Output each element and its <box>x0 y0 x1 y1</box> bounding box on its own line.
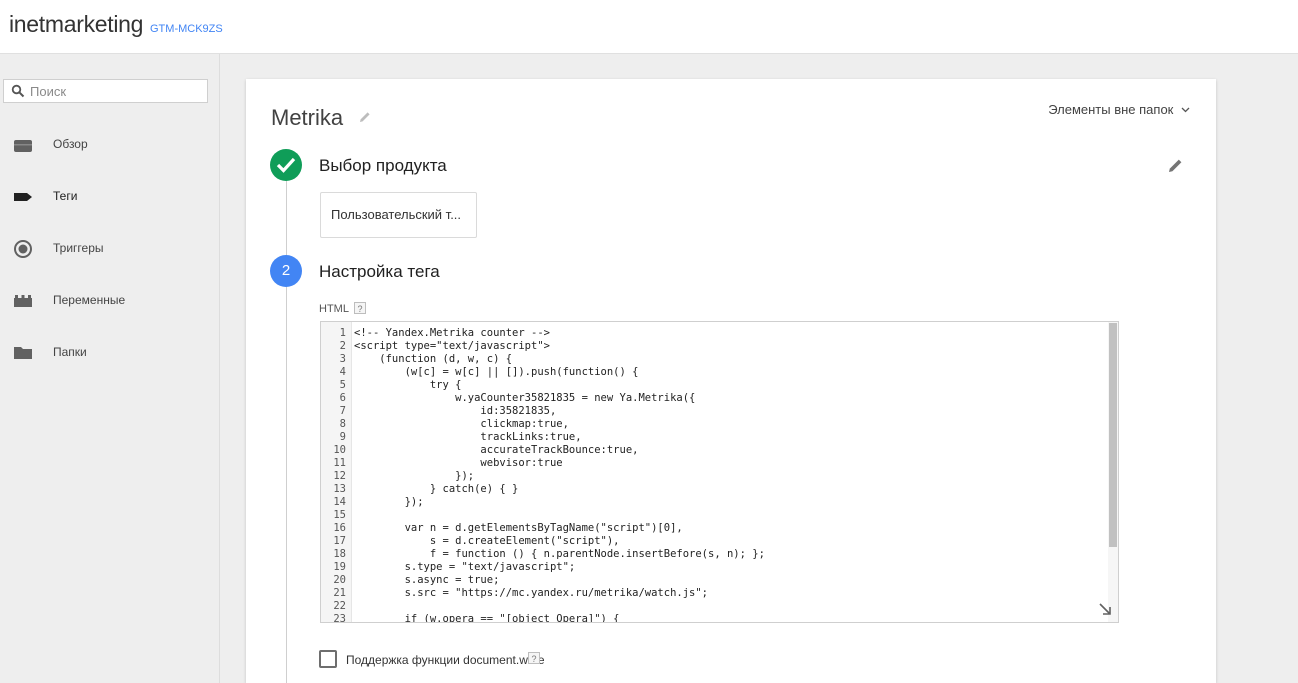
line-number: 5 <box>339 379 346 391</box>
briefcase-icon <box>14 140 32 152</box>
code-line: clickmap:true, <box>354 418 569 430</box>
code-line: (function (d, w, c) { <box>354 353 513 365</box>
line-number: 22 <box>333 600 346 612</box>
code-line: try { <box>354 379 462 391</box>
top-bar: inetmarketing GTM-MCK9ZS <box>0 0 1298 54</box>
code-line: s.async = true; <box>354 574 500 586</box>
code-line: w.yaCounter35821835 = new Ya.Metrika({ <box>354 392 696 404</box>
sidebar-item-label: Теги <box>53 189 78 203</box>
code-line: }); <box>354 470 475 482</box>
code-line: } catch(e) { } <box>354 483 519 495</box>
line-number: 13 <box>333 483 346 495</box>
step-title-config: Настройка тега <box>319 262 440 281</box>
tag-name-title: Metrika <box>271 105 344 130</box>
sidebar: Обзор Теги Триггеры Переменные Папки <box>0 54 220 683</box>
step-title-product: Выбор продукта <box>319 156 447 175</box>
line-number: 9 <box>339 431 346 443</box>
search-box[interactable] <box>3 79 208 103</box>
line-number: 2 <box>339 340 346 352</box>
line-number: 6 <box>339 392 346 404</box>
code-line: accurateTrackBounce:true, <box>354 444 639 456</box>
code-line: id:35821835, <box>354 405 557 417</box>
html-code-editor[interactable]: 1 2 3 4 5 6 7 8 9 10 11 12 13 14 15 16 17 18 19 20 21 22 23 <!… <box>320 321 1119 623</box>
folder-icon <box>14 347 32 359</box>
line-number-gutter: 1 2 3 4 5 6 7 8 9 10 11 12 13 14 15 16 17 18 19 20 21 22 23 <box>321 322 352 622</box>
code-line: f = function () { n.parentNode.insertBef… <box>354 548 765 560</box>
code-line: }); <box>354 496 424 508</box>
search-icon <box>11 84 25 98</box>
tag-icon <box>14 193 32 201</box>
sidebar-item-tags[interactable]: Теги <box>0 177 219 217</box>
sidebar-item-label: Обзор <box>53 137 88 151</box>
document-write-checkbox[interactable] <box>319 650 337 668</box>
folder-dropdown-label: Элементы вне папок <box>1048 102 1174 117</box>
line-number: 3 <box>339 353 346 365</box>
sidebar-item-variables[interactable]: Переменные <box>0 281 219 321</box>
step-number-badge: 2 <box>270 255 302 287</box>
chevron-down-icon <box>1181 107 1190 113</box>
line-number: 10 <box>333 444 346 456</box>
step-complete-badge <box>270 149 302 181</box>
code-line: <script type="text/javascript"> <box>354 340 550 352</box>
search-input[interactable] <box>30 82 200 100</box>
code-line: s.type = "text/javascript"; <box>354 561 576 573</box>
code-line: (w[c] = w[c] || []).push(function() { <box>354 366 639 378</box>
trigger-icon <box>14 240 32 258</box>
line-number: 11 <box>333 457 346 469</box>
code-line: if (w.opera == "[object Opera]") { <box>354 613 620 623</box>
document-write-label: Поддержка функции document.write <box>346 653 545 667</box>
code-line: trackLinks:true, <box>354 431 582 443</box>
line-number: 12 <box>333 470 346 482</box>
code-line: <!-- Yandex.Metrika counter --> <box>354 327 550 339</box>
blocks-icon <box>14 295 32 307</box>
sidebar-item-label: Триггеры <box>53 241 104 255</box>
line-number: 16 <box>333 522 346 534</box>
line-number: 19 <box>333 561 346 573</box>
line-number: 15 <box>333 509 346 521</box>
code-line: s.src = "https://mc.yandex.ru/metrika/wa… <box>354 587 709 599</box>
pencil-icon[interactable] <box>1167 157 1184 174</box>
line-number: 23 <box>333 613 346 623</box>
sidebar-item-label: Папки <box>53 345 87 359</box>
line-number: 7 <box>339 405 346 417</box>
product-type-card[interactable]: Пользовательский т... <box>320 192 477 238</box>
resize-handle-icon[interactable] <box>1098 602 1112 616</box>
line-number: 17 <box>333 535 346 547</box>
line-number: 18 <box>333 548 346 560</box>
line-number: 1 <box>339 327 346 339</box>
code-line: var n = d.getElementsByTagName("script")… <box>354 522 683 534</box>
sidebar-item-overview[interactable]: Обзор <box>0 125 219 165</box>
check-icon <box>276 157 296 173</box>
scrollbar-track[interactable] <box>1108 322 1118 622</box>
line-number: 4 <box>339 366 346 378</box>
code-line: s = d.createElement("script"), <box>354 535 620 547</box>
sidebar-item-triggers[interactable]: Триггеры <box>0 229 219 269</box>
folder-dropdown[interactable]: Элементы вне папок <box>1048 102 1190 117</box>
help-icon[interactable]: ? <box>528 652 540 664</box>
sidebar-item-label: Переменные <box>53 293 126 307</box>
help-icon[interactable]: ? <box>354 302 366 314</box>
line-number: 20 <box>333 574 346 586</box>
code-line: webvisor:true <box>354 457 563 469</box>
html-field-label: HTML <box>319 303 349 315</box>
scrollbar-thumb[interactable] <box>1109 323 1117 547</box>
account-name: inetmarketing <box>9 11 144 37</box>
line-number: 14 <box>333 496 346 508</box>
line-number: 8 <box>339 418 346 430</box>
pencil-icon[interactable] <box>358 110 372 124</box>
sidebar-item-folders[interactable]: Папки <box>0 333 219 373</box>
container-id[interactable]: GTM-MCK9ZS <box>150 23 223 35</box>
tag-editor-card: Metrika Элементы вне папок Выбор продукт… <box>246 79 1216 683</box>
line-number: 21 <box>333 587 346 599</box>
